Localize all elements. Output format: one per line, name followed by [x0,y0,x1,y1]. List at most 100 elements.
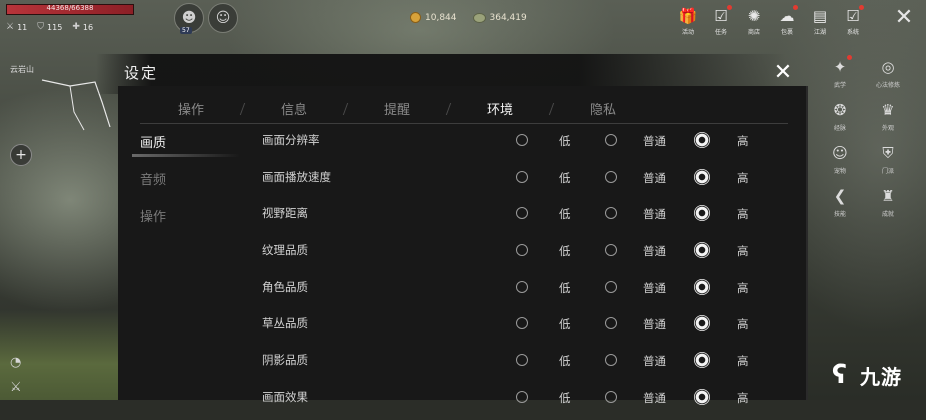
option-label-low: 低 [559,280,571,295]
radio-low[interactable] [516,244,528,257]
option-label-mid: 普通 [643,390,666,405]
side-menu-label: 武学 [833,82,846,89]
settings-tabs: 操作 信息 提醒 环境 隐私 [140,93,788,124]
side-menu-guild[interactable]: ⛨ 门派 [864,142,912,175]
map-zoom-button[interactable]: + [10,144,32,166]
stat-defense: ⛉ 115 [37,22,62,32]
radio-high[interactable] [694,315,710,332]
option-label-mid: 普通 [643,170,666,185]
companion-avatar-2[interactable]: ☺ [208,3,238,33]
signal-icon[interactable]: ◔ [10,355,28,373]
side-menu-mind[interactable]: ◎ 心法修炼 [864,56,912,89]
option-label-high: 高 [737,207,749,222]
side-menu-label: 宠物 [833,168,846,175]
tab-info[interactable]: 信息 [264,99,324,118]
map-location-label: 云岩山 [10,65,34,74]
bag-icon: ☁ [777,5,798,26]
radio-high[interactable] [694,278,710,295]
radio-high[interactable] [694,132,710,148]
radio-low[interactable] [516,317,528,330]
radio-high[interactable] [694,242,710,259]
setting-row: 画面分辨率 低 普通 高 [250,126,790,163]
currency-jade: 364,419 [472,12,527,23]
watermark: ʕ 九游 [832,360,902,390]
tab-operation[interactable]: 操作 [161,99,221,118]
setting-label: 纹理品质 [262,243,308,258]
side-menu-label: 外观 [881,125,894,132]
top-menu-gift[interactable]: 🎁 活动 [676,6,700,36]
radio-mid[interactable] [605,134,617,146]
radio-mid[interactable] [605,207,617,220]
option-label-mid: 普通 [643,280,666,295]
plus-icon: ✚ [72,22,80,32]
option-label-low: 低 [559,207,571,222]
top-menu-label: 系统 [846,29,859,36]
setting-row: 角色品质 低 普通 高 [250,273,790,310]
dialog-title: 设定 [124,64,159,82]
dialog-scrollbar[interactable] [806,86,808,400]
radio-mid[interactable] [605,317,617,330]
collapse-menu-icon[interactable]: ✕ [890,4,918,32]
stat-attack: ⚔ 11 [6,22,27,32]
nav-item-graphics[interactable]: 画质 [128,132,240,169]
currency-gold: 10,844 [410,12,457,23]
tab-privacy[interactable]: 隐私 [573,99,633,118]
top-menu-label: 包裹 [780,29,793,36]
side-menu-meridian[interactable]: ❂ 经脉 [816,99,864,132]
top-menu-label: 商店 [747,29,760,36]
top-menu-quest[interactable]: ☑ 系统 [841,5,865,36]
guild-icon: ⛨ [882,144,894,162]
close-icon[interactable]: ✕ [770,60,796,86]
tab-reminder[interactable]: 提醒 [367,99,427,118]
radio-high[interactable] [694,205,710,222]
top-menu-book[interactable]: ▤ 江湖 [808,6,832,36]
martial-icon: ✦ [829,55,852,78]
radio-high[interactable] [694,388,710,405]
skill-toggle-icon[interactable]: ⚔ [10,380,30,398]
top-menu-shop[interactable]: ✺ 商店 [742,6,766,36]
radio-low[interactable] [516,170,528,183]
radio-low[interactable] [516,390,528,403]
option-label-low: 低 [559,317,571,332]
radio-low[interactable] [516,134,528,146]
option-label-high: 高 [737,244,749,259]
nav-item-controls[interactable]: 操作 [128,206,240,243]
side-menu-outfit[interactable]: ♛ 外观 [864,99,912,132]
top-menu-checklist[interactable]: ☑ 任务 [709,5,733,36]
side-menu-skill[interactable]: ❮ 技能 [816,185,864,218]
radio-mid[interactable] [605,390,617,403]
option-label-high: 高 [737,354,749,369]
tab-separator [548,103,555,115]
radio-high[interactable] [694,352,710,369]
setting-label: 画面效果 [262,389,308,404]
stat-attack-value: 11 [17,22,28,32]
tab-separator [445,103,452,115]
radio-mid[interactable] [605,244,617,257]
setting-row: 纹理品质 低 普通 高 [250,236,790,273]
setting-row: 阴影品质 低 普通 高 [250,346,790,383]
top-menu-label: 江湖 [813,29,826,36]
skill-icon: ❮ [833,187,847,205]
side-menu-pet[interactable]: ☺ 宠物 [816,142,864,175]
side-menu-label: 心法修炼 [875,82,900,89]
gift-icon: 🎁 [678,7,698,25]
radio-mid[interactable] [605,280,617,293]
option-label-high: 高 [737,280,749,295]
top-menu-bag[interactable]: ☁ 包裹 [775,5,799,36]
setting-row: 画面效果 低 普通 高 [250,383,790,420]
nav-item-audio[interactable]: 音频 [128,169,240,206]
shield-icon: ⛉ [37,22,45,32]
radio-mid[interactable] [605,170,617,183]
side-menu-martial[interactable]: ✦ 武学 [816,55,864,89]
side-menu-achievement[interactable]: ♜ 成就 [864,185,912,218]
option-label-mid: 普通 [643,207,666,222]
tab-environment[interactable]: 环境 [470,99,530,118]
radio-low[interactable] [516,354,528,367]
radio-high[interactable] [694,168,710,185]
radio-low[interactable] [516,280,528,293]
radio-low[interactable] [516,207,528,220]
option-label-high: 高 [737,390,749,405]
radio-mid[interactable] [605,354,617,367]
setting-label: 画面分辨率 [262,133,320,147]
option-label-mid: 普通 [643,317,666,332]
